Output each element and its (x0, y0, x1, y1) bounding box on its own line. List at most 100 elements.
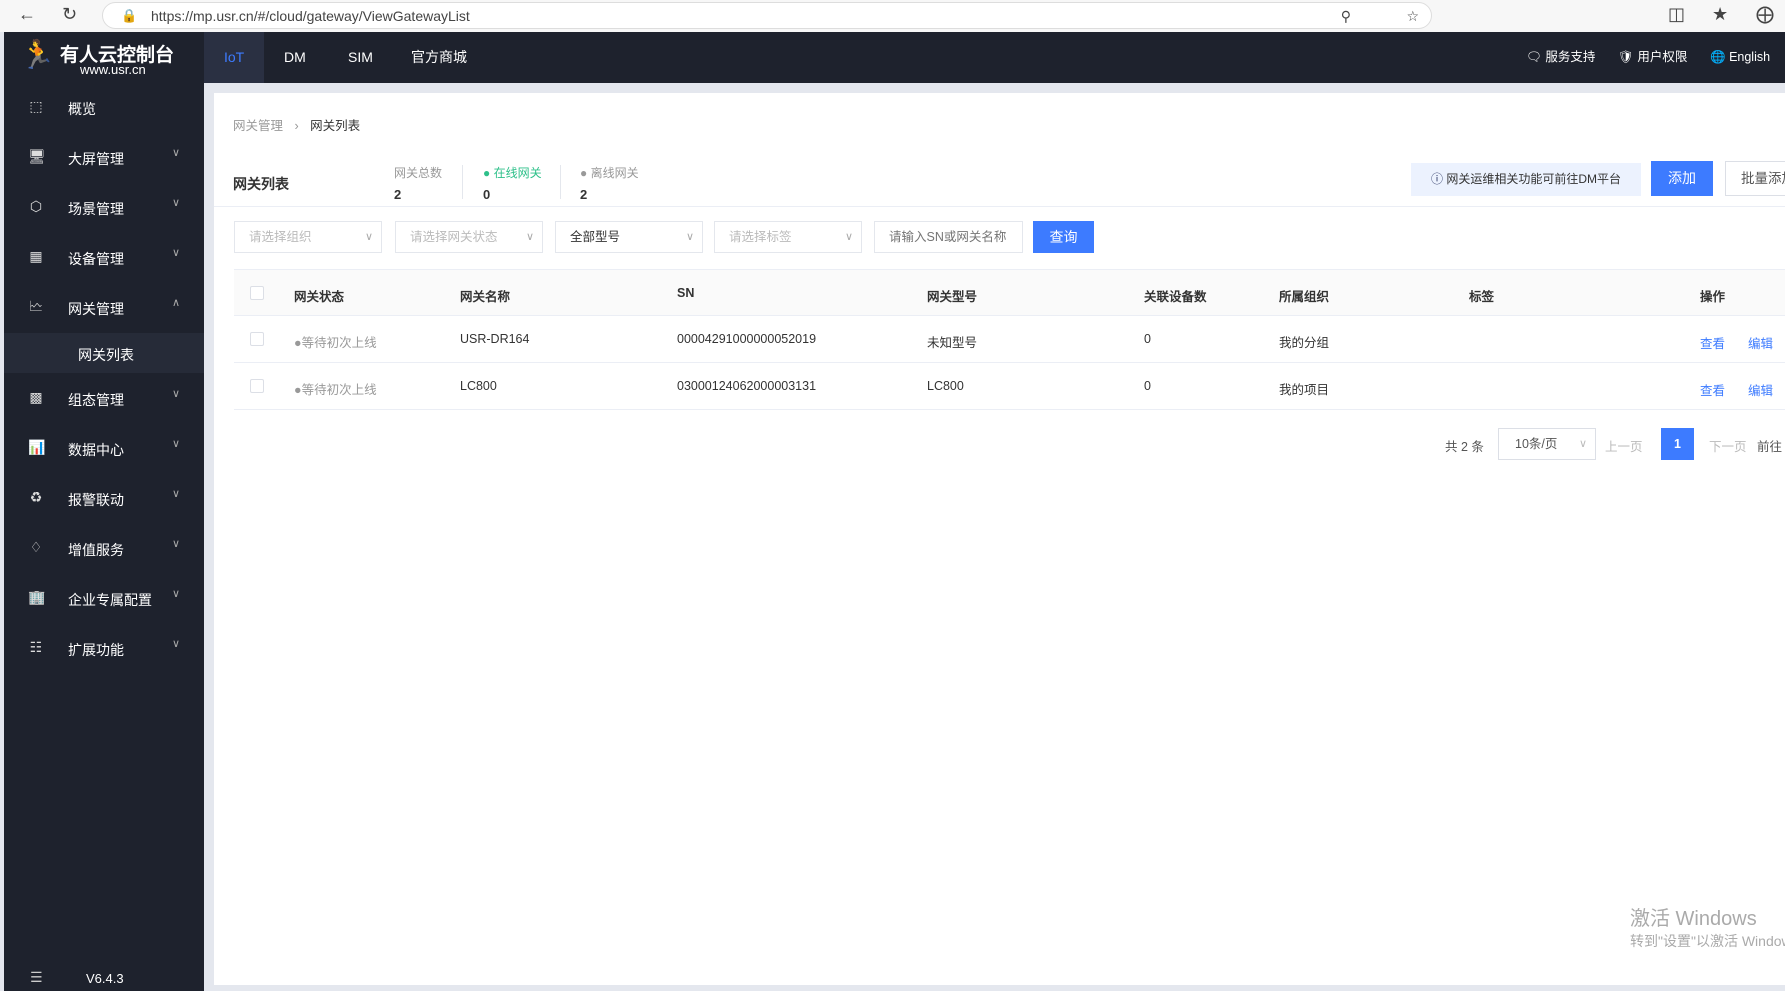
favorites-icon[interactable]: ★ (1712, 4, 1728, 25)
stat-offline: ● 离线网关 2 (580, 164, 639, 202)
sidebar-item-enterprise[interactable]: 🏢 企业专属配置 ∨ (4, 574, 204, 624)
stat-value: 0 (483, 187, 491, 202)
page-1-button[interactable]: 1 (1661, 428, 1694, 460)
sidebar-item-label: 报警联动 (68, 492, 124, 508)
chevron-down-icon: ∨ (172, 197, 181, 209)
permission-link[interactable]: 🛡 用户权限 (1618, 32, 1687, 83)
sidebar-item-scene[interactable]: ⬡ 场景管理 ∨ (4, 183, 204, 233)
sidebar-item-label: 数据中心 (68, 442, 124, 458)
device-count: 0 (1144, 332, 1151, 346)
edit-link[interactable]: 编辑 (1748, 380, 1773, 399)
logo-subtitle: www.usr.cn (80, 62, 146, 77)
stat-value: 2 (580, 187, 588, 202)
edit-link[interactable]: 编辑 (1748, 333, 1773, 352)
alarm-icon: ♻ (29, 489, 43, 505)
chevron-down-icon: ∨ (172, 638, 181, 650)
address-bar[interactable]: 🔒 https://mp.usr.cn/#/cloud/gateway/View… (102, 2, 1432, 29)
total-count: 共 2 条 (1445, 440, 1484, 454)
table-row: ●等待初次上线 LC800 03000124062000003131 LC800… (234, 363, 1785, 410)
tag-select[interactable]: 请选择标签 ∨ (714, 221, 862, 253)
chevron-down-icon: ∨ (172, 488, 181, 500)
chat-icon: 🗨 (1526, 50, 1542, 64)
column-header: SN (677, 286, 695, 300)
chevron-down-icon: ∨ (525, 231, 534, 243)
select-all-checkbox[interactable] (250, 286, 264, 300)
sidebar-item-label: 组态管理 (68, 392, 124, 408)
query-button[interactable]: 查询 (1033, 221, 1094, 253)
chevron-down-icon: ∨ (685, 231, 694, 243)
chevron-down-icon: ∨ (1578, 438, 1587, 450)
top-header: 🏃 有人云控制台 www.usr.cn IoT DM SIM 官方商城 🗨 服务… (4, 32, 1785, 83)
status-badge: ●等待初次上线 (294, 383, 377, 397)
windows-watermark-sub: 转到"设置"以激活 Windows。 (1630, 933, 1785, 949)
model-select[interactable]: 全部型号 ∨ (555, 221, 703, 253)
column-header: 操作 (1700, 290, 1726, 304)
sidebar-item-gateway-list[interactable]: 网关列表 (4, 333, 204, 373)
sidebar-item-screen[interactable]: 🖥 大屏管理 ∨ (4, 133, 204, 183)
sidebar-item-overview[interactable]: ⬚ 概览 (4, 83, 204, 133)
gateway-org: 我的项目 (1279, 383, 1330, 397)
grid-icon: ☷ (29, 639, 43, 655)
view-link[interactable]: 查看 (1700, 380, 1725, 399)
column-header: 所属组织 (1279, 290, 1330, 304)
reload-icon[interactable]: ↻ (62, 4, 77, 25)
sidebar-item-value-added[interactable]: ♢ 增值服务 ∨ (4, 524, 204, 574)
view-link[interactable]: 查看 (1700, 333, 1725, 352)
tab-iot[interactable]: IoT (204, 32, 265, 83)
device-count: 0 (1144, 379, 1151, 393)
row-checkbox[interactable] (250, 379, 264, 393)
batch-add-button[interactable]: 批量添加 (1725, 161, 1785, 196)
goto-label: 前往 (1757, 440, 1783, 454)
permission-label: 用户权限 (1637, 50, 1688, 64)
split-screen-icon[interactable]: ◫ (1668, 4, 1685, 25)
sidebar-item-gateway[interactable]: 🗠 网关管理 ∧ (4, 283, 204, 333)
location-icon[interactable]: ⚲ (1341, 8, 1351, 25)
sidebar-item-alarm[interactable]: ♻ 报警联动 ∨ (4, 474, 204, 524)
support-link[interactable]: 🗨 服务支持 (1526, 32, 1595, 83)
back-icon[interactable]: ← (18, 4, 36, 25)
status-select[interactable]: 请选择网关状态 ∨ (395, 221, 543, 253)
gateway-model: LC800 (927, 379, 964, 393)
gateway-icon: 🗠 (28, 298, 44, 314)
page-size-select[interactable]: 10条/页 ∨ (1498, 428, 1596, 460)
language-link[interactable]: 🌐 English (1710, 32, 1770, 83)
language-label: English (1729, 50, 1771, 64)
sidebar-item-data[interactable]: 📊 数据中心 ∨ (4, 424, 204, 474)
next-page-button[interactable]: 下一页 (1709, 436, 1747, 455)
sidebar-item-label: 网关列表 (78, 347, 134, 363)
table-header: 网关状态 网关名称 SN 网关型号 关联设备数 所属组织 标签 操作 (234, 269, 1785, 316)
browser-toolbar: ← ↻ 🔒 https://mp.usr.cn/#/cloud/gateway/… (0, 0, 1785, 32)
add-button[interactable]: 添加 (1651, 161, 1713, 196)
chevron-down-icon: ∨ (172, 147, 181, 159)
tab-sim[interactable]: SIM (328, 32, 393, 83)
gateway-model: 未知型号 (927, 336, 978, 350)
overview-icon: ⬚ (29, 98, 43, 114)
stat-value: 2 (394, 187, 402, 202)
prev-page-button[interactable]: 上一页 (1605, 436, 1643, 455)
stat-label: ● 在线网关 (483, 166, 542, 180)
info-icon: ⓘ (1431, 172, 1444, 186)
chevron-down-icon: ∨ (172, 388, 181, 400)
breadcrumb-current: 网关列表 (310, 119, 361, 133)
search-input[interactable] (874, 221, 1023, 253)
gateway-name: USR-DR164 (460, 332, 530, 346)
gateway-org: 我的分组 (1279, 336, 1330, 350)
favorite-star-icon[interactable]: ☆ (1406, 8, 1419, 25)
sidebar-item-device[interactable]: ▦ 设备管理 ∨ (4, 233, 204, 283)
sidebar-item-topology[interactable]: ▩ 组态管理 ∨ (4, 374, 204, 424)
shield-icon: 🛡 (1618, 50, 1634, 64)
table-row: ●等待初次上线 USR-DR164 00004291000000052019 未… (234, 316, 1785, 363)
sidebar-item-label: 网关管理 (68, 301, 124, 317)
row-checkbox[interactable] (250, 332, 264, 346)
org-select[interactable]: 请选择组织 ∨ (234, 221, 382, 253)
stat-label: ● 离线网关 (580, 166, 639, 180)
tab-store[interactable]: 官方商城 (391, 32, 487, 83)
globe-icon: 🌐 (1710, 50, 1726, 64)
stat-online: ● 在线网关 0 (483, 164, 542, 202)
url-text: https://mp.usr.cn/#/cloud/gateway/ViewGa… (151, 8, 470, 24)
collections-icon[interactable]: ⨁ (1756, 4, 1774, 25)
collapse-menu-icon[interactable]: ☰ (30, 969, 43, 986)
sidebar-item-extension[interactable]: ☷ 扩展功能 ∨ (4, 624, 204, 674)
tab-dm[interactable]: DM (264, 32, 326, 83)
breadcrumb-gateway-management[interactable]: 网关管理 (233, 119, 283, 133)
